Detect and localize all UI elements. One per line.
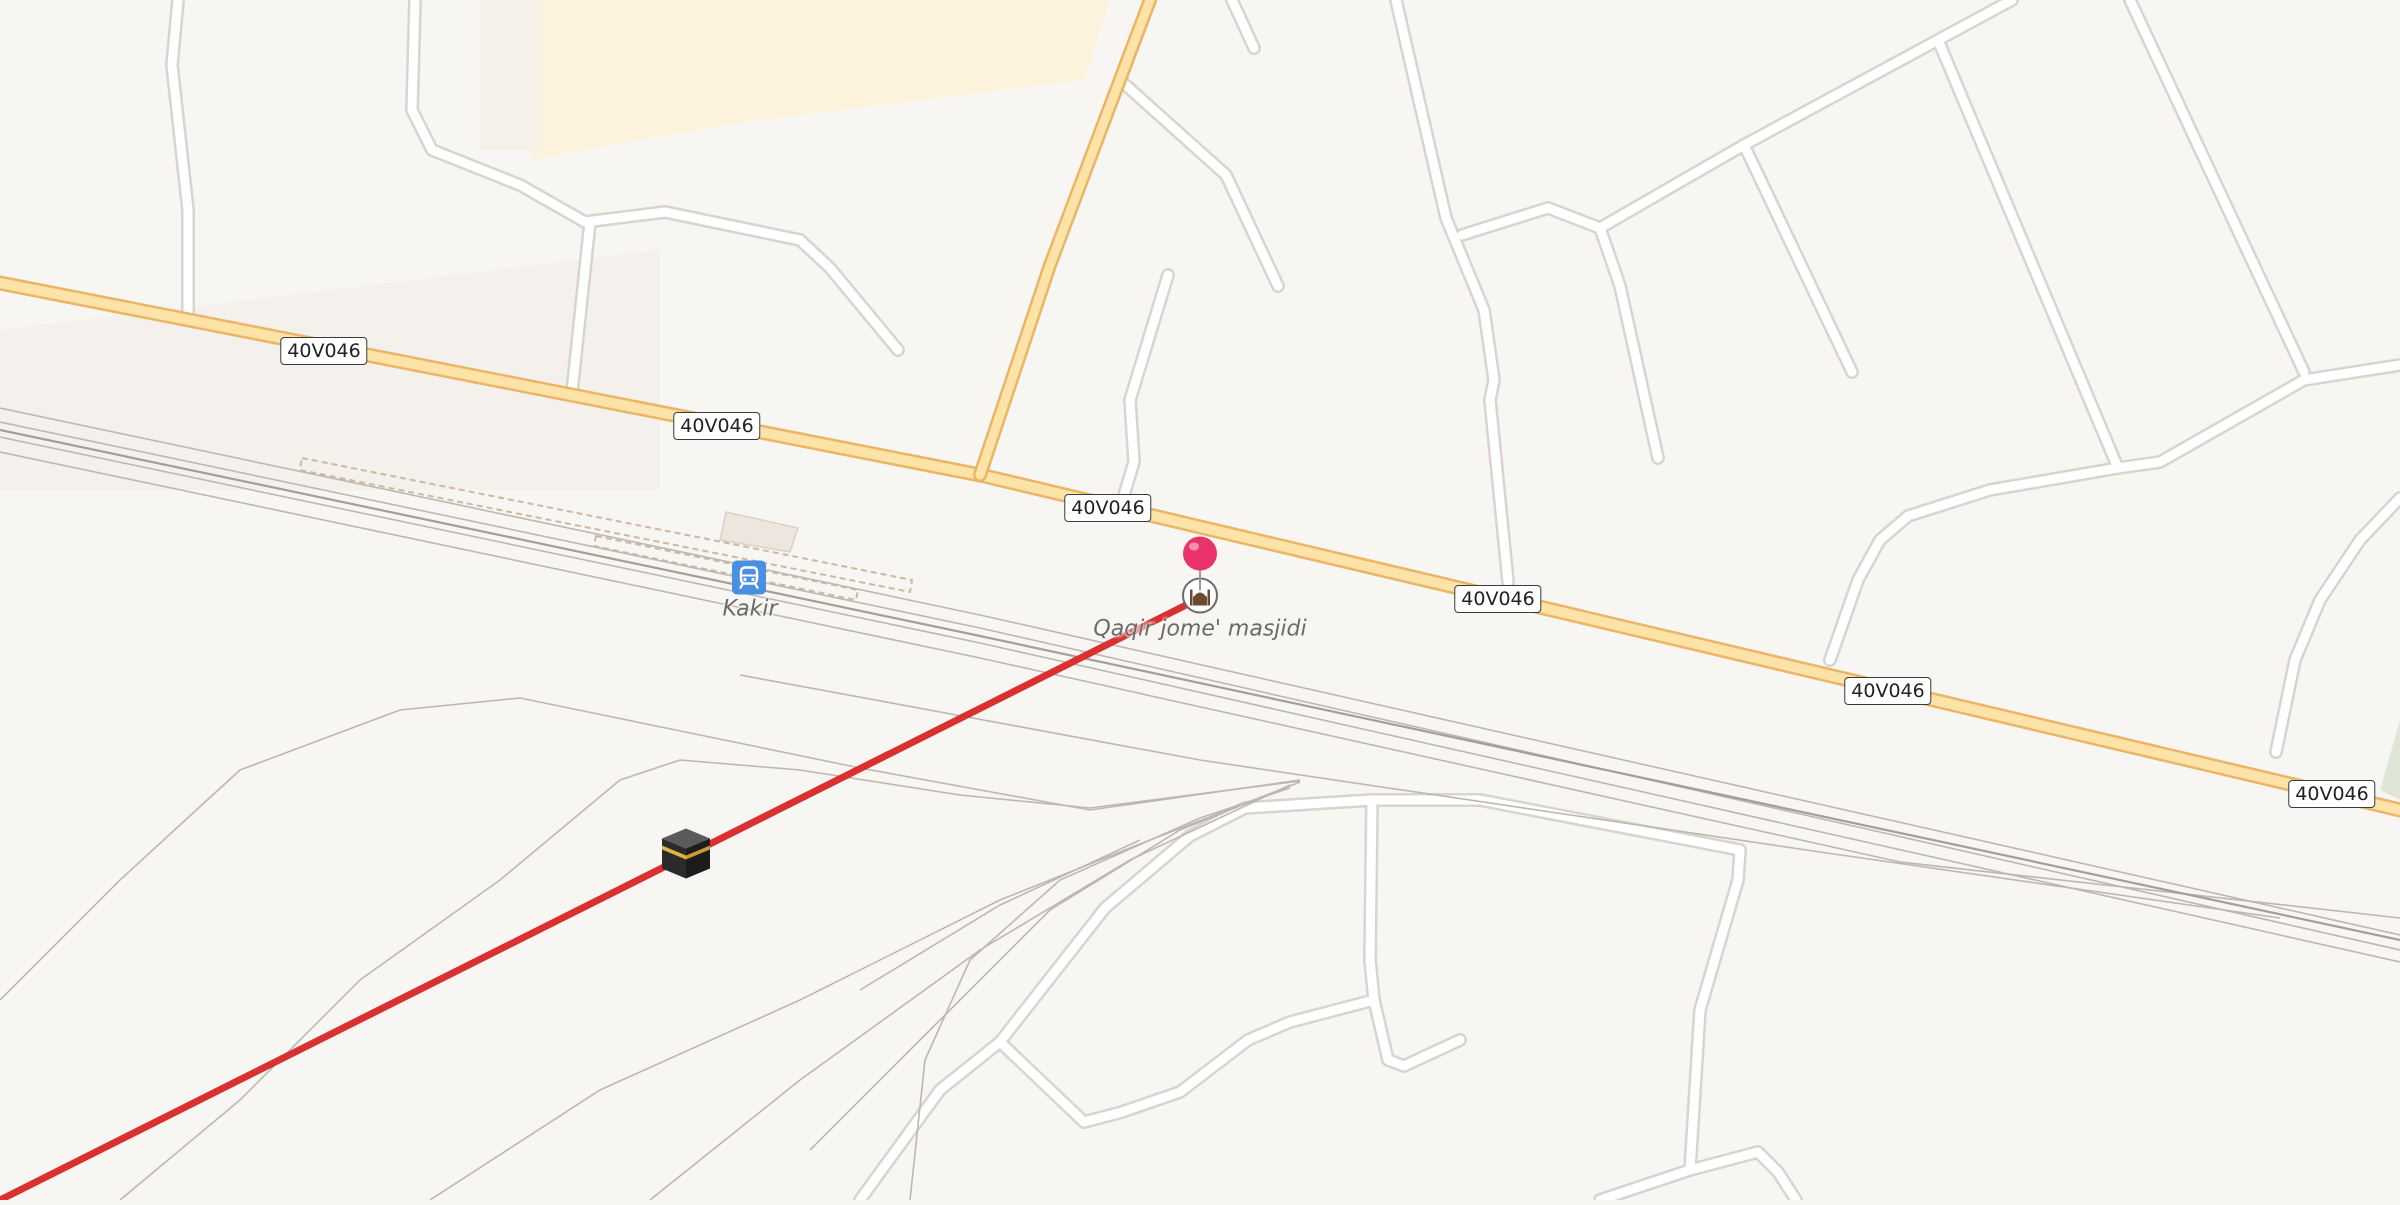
minor-roads xyxy=(167,0,2400,1205)
train-station-poi[interactable] xyxy=(731,560,767,601)
building xyxy=(719,511,799,553)
road-label: 40V046 xyxy=(1844,677,1932,705)
green-area xyxy=(2380,720,2400,800)
train-station-icon xyxy=(732,560,766,595)
road-label: 40V046 xyxy=(2288,780,2376,808)
road-label: 40V046 xyxy=(673,412,761,440)
road-label: 40V046 xyxy=(1454,585,1542,613)
location-pin-icon xyxy=(1183,536,1217,591)
landuse-area xyxy=(0,250,660,490)
road-label: 40V046 xyxy=(1064,494,1152,522)
location-marker[interactable] xyxy=(1180,536,1220,597)
qibla-direction-line xyxy=(0,594,1204,1204)
kaaba-icon xyxy=(662,828,710,879)
landuse-area xyxy=(480,0,540,150)
kaaba-marker[interactable] xyxy=(658,826,714,887)
landuse-area xyxy=(530,0,1110,160)
railway-main-line xyxy=(0,428,2400,942)
mosque-label[interactable]: Qaqir jome' masjidi xyxy=(1093,617,1306,642)
road-label: 40V046 xyxy=(280,337,368,365)
station-label[interactable]: Kakir xyxy=(722,597,777,622)
map-canvas[interactable]: 40V046 40V046 40V046 40V046 40V046 40V04… xyxy=(0,0,2400,1205)
